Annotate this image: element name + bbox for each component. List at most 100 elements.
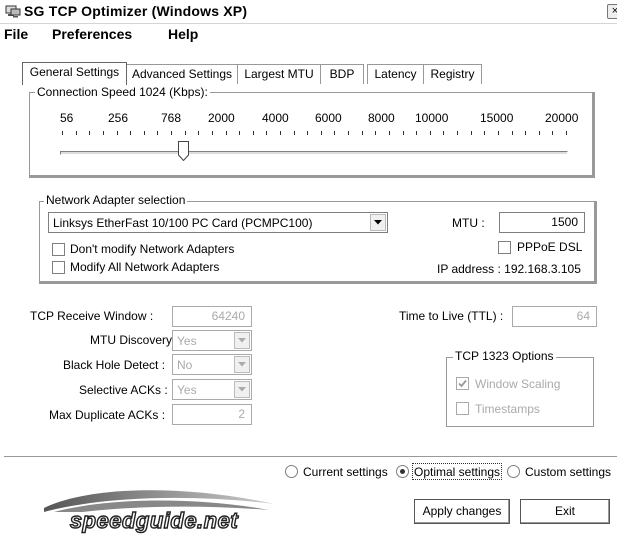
sack-label: Selective ACKs : <box>79 383 168 397</box>
speed-slider-thumb[interactable] <box>178 141 189 161</box>
mtu-discovery-select[interactable]: Yes <box>172 330 252 351</box>
window-scaling-checkbox[interactable] <box>456 377 469 390</box>
sack-value: Yes <box>177 383 197 397</box>
logo-text: speedguide.net <box>70 508 240 533</box>
speed-tick <box>266 131 268 135</box>
chevron-down-icon[interactable] <box>370 214 386 231</box>
speed-tick <box>388 131 390 135</box>
chevron-down-icon[interactable] <box>234 356 250 373</box>
rwin-field[interactable]: 64240 <box>172 306 252 327</box>
radio-selected-dot <box>400 469 405 474</box>
check-icon <box>458 379 467 388</box>
mtu-field[interactable]: 1500 <box>499 212 585 233</box>
network-computer-icon <box>5 5 21 18</box>
speed-tick <box>307 131 309 135</box>
speed-tick <box>484 131 486 135</box>
tab-registry[interactable]: Registry <box>423 64 482 84</box>
custom-settings-label: Custom settings <box>525 465 612 479</box>
dont-modify-checkbox[interactable] <box>52 243 65 256</box>
speed-tick <box>334 131 336 135</box>
sack-select[interactable]: Yes <box>172 379 252 400</box>
speed-tick <box>225 131 227 135</box>
speed-tick <box>211 131 213 135</box>
speed-tick <box>89 131 91 135</box>
speed-scale-label: 256 <box>108 111 129 125</box>
close-icon[interactable]: × <box>607 4 617 19</box>
speed-scale-label: 6000 <box>315 111 342 125</box>
speed-tick <box>184 131 186 135</box>
speed-scale-label: 8000 <box>368 111 395 125</box>
max-dup-field[interactable]: 2 <box>172 404 252 425</box>
radio-custom-settings[interactable] <box>507 465 520 478</box>
rwin-label: TCP Receive Window : <box>30 309 154 323</box>
optimal-settings-label: Optimal settings <box>414 465 501 479</box>
speed-tick <box>157 131 159 135</box>
max-dup-label: Max Duplicate ACKs : <box>49 408 166 422</box>
pppoe-checkbox[interactable] <box>498 241 511 254</box>
radio-optimal-settings[interactable] <box>396 465 409 478</box>
title-bar: SG TCP Optimizer (Windows XP) × <box>0 0 617 24</box>
speed-tick <box>320 131 322 135</box>
mtu-discovery-value: Yes <box>177 334 197 348</box>
chevron-down-icon[interactable] <box>234 332 250 349</box>
speed-tick <box>538 131 540 135</box>
connection-speed-label: Connection Speed 1024 (Kbps): <box>35 85 210 99</box>
bottom-separator <box>4 456 617 458</box>
speed-tick <box>198 131 200 135</box>
speed-tick <box>75 131 77 135</box>
speed-scale-label: 20000 <box>545 111 579 125</box>
adapter-select-value: Linksys EtherFast 10/100 PC Card (PCMPC1… <box>53 216 313 230</box>
speed-scale-label: 2000 <box>208 111 235 125</box>
menu-bar: File Preferences Help <box>0 24 617 45</box>
apply-changes-button[interactable]: Apply changes <box>414 499 510 524</box>
tab-latency[interactable]: Latency <box>367 64 424 84</box>
speed-tick <box>443 131 445 135</box>
speed-tick <box>130 131 132 135</box>
timestamps-checkbox[interactable] <box>456 402 469 415</box>
network-adapter-legend: Network Adapter selection <box>44 193 188 207</box>
speed-slider-track[interactable] <box>60 151 568 155</box>
window-scaling-label: Window Scaling <box>475 377 561 391</box>
mtu-discovery-label: MTU Discovery : <box>90 333 179 347</box>
black-hole-select[interactable]: No <box>172 354 252 375</box>
speed-tick <box>293 131 295 135</box>
speed-scale-label: 768 <box>161 111 182 125</box>
speed-scale-label: 4000 <box>262 111 289 125</box>
adapter-select[interactable]: Linksys EtherFast 10/100 PC Card (PCMPC1… <box>48 212 388 233</box>
chevron-down-icon[interactable] <box>234 381 250 398</box>
connection-speed-group <box>29 92 595 178</box>
tab-general-settings[interactable]: General Settings <box>22 62 127 85</box>
modify-all-checkbox[interactable] <box>52 261 65 274</box>
speed-tick <box>239 131 241 135</box>
ttl-field[interactable]: 64 <box>512 306 597 327</box>
speed-tick <box>402 131 404 135</box>
dont-modify-label: Don't modify Network Adapters <box>70 242 235 256</box>
window-title: SG TCP Optimizer (Windows XP) <box>24 3 248 19</box>
timestamps-label: Timestamps <box>475 402 540 416</box>
speed-tick <box>143 131 145 135</box>
tab-advanced-settings[interactable]: Advanced Settings <box>126 64 238 84</box>
tab-bdp[interactable]: BDP <box>320 64 364 84</box>
speed-tick <box>252 131 254 135</box>
exit-button[interactable]: Exit <box>520 499 610 524</box>
speedguide-logo: speedguide.net <box>29 490 279 534</box>
speed-tick <box>375 131 377 135</box>
speed-tick <box>566 131 567 135</box>
speed-tick <box>102 131 104 135</box>
menu-help[interactable]: Help <box>168 26 198 42</box>
mtu-label: MTU : <box>452 216 485 230</box>
speed-tick <box>416 131 418 135</box>
ttl-label: Time to Live (TTL) : <box>399 309 504 323</box>
speed-scale-label: 10000 <box>415 111 449 125</box>
tcp1323-legend: TCP 1323 Options <box>453 349 556 363</box>
black-hole-value: No <box>177 358 193 372</box>
menu-file[interactable]: File <box>4 26 28 42</box>
speed-tick <box>457 131 458 135</box>
radio-current-settings[interactable] <box>285 465 298 478</box>
speed-tick <box>171 131 172 135</box>
tab-largest-mtu[interactable]: Largest MTU <box>237 64 321 84</box>
speed-tick <box>62 131 63 135</box>
modify-all-label: Modify All Network Adapters <box>70 260 220 274</box>
menu-preferences[interactable]: Preferences <box>52 26 132 42</box>
ip-address-label: IP address : 192.168.3.105 <box>437 262 581 276</box>
